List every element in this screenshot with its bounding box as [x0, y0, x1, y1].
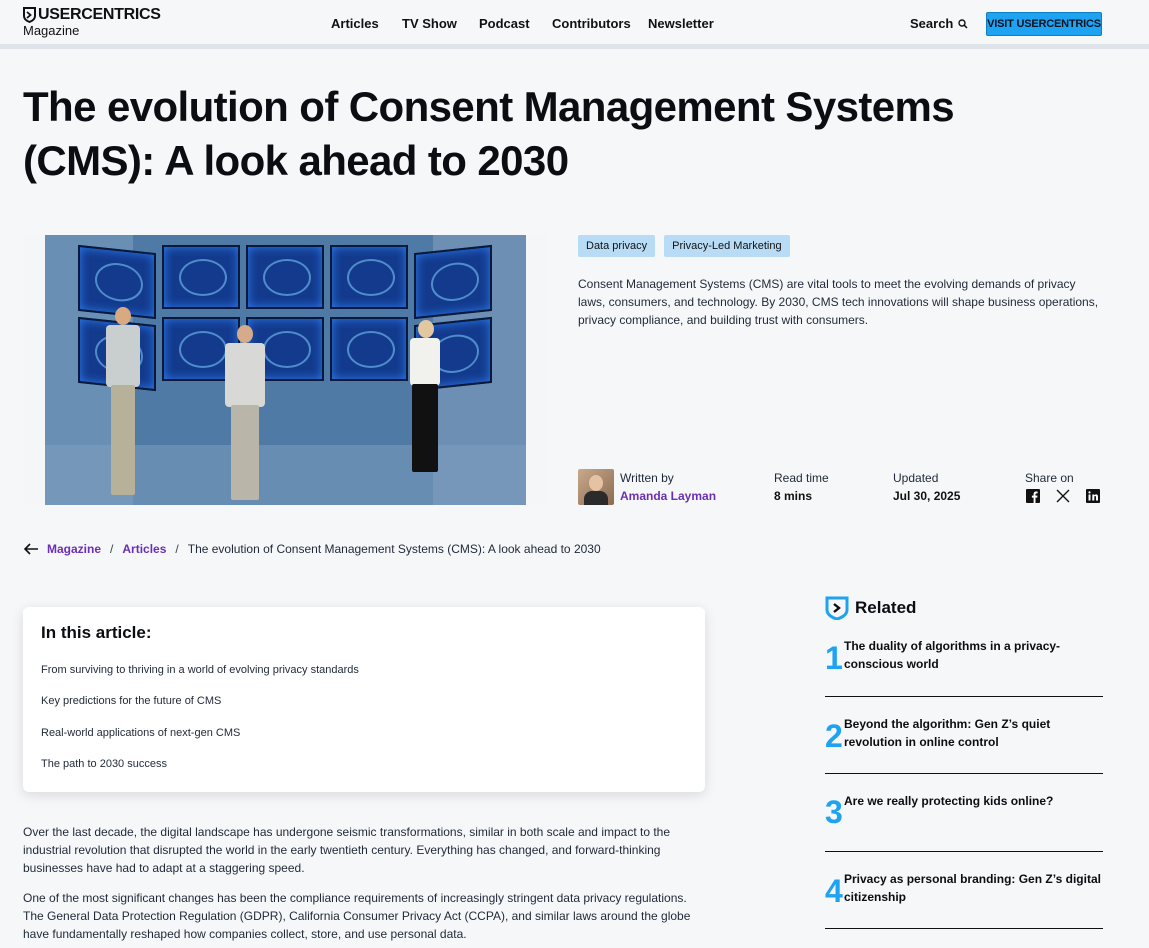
- body-paragraph: One of the most significant changes has …: [23, 891, 691, 941]
- related-item[interactable]: 3 Are we really protecting kids online?: [825, 792, 1103, 852]
- nav-tv-show[interactable]: TV Show: [402, 16, 457, 31]
- read-time-label: Read time: [774, 471, 829, 485]
- related-item-title[interactable]: The duality of algorithms in a privacy-c…: [844, 637, 1102, 673]
- related-number: 4: [825, 873, 843, 909]
- logo-subtitle: Magazine: [23, 23, 80, 38]
- nav-contributors[interactable]: Contributors: [552, 16, 631, 31]
- search-button[interactable]: Search: [910, 16, 968, 31]
- search-label: Search: [910, 16, 954, 31]
- linkedin-icon[interactable]: [1085, 488, 1101, 504]
- toc-item[interactable]: Key predictions for the future of CMS: [41, 695, 221, 707]
- x-icon[interactable]: [1055, 488, 1071, 504]
- written-by-label: Written by: [620, 471, 674, 485]
- related-shield-icon: [825, 596, 849, 620]
- facebook-icon[interactable]: [1025, 488, 1041, 504]
- hero-image: [23, 235, 548, 505]
- share-label: Share on: [1025, 471, 1074, 485]
- body-paragraph: Over the last decade, the digital landsc…: [23, 825, 671, 875]
- toc-item[interactable]: From surviving to thriving in a world of…: [41, 664, 359, 676]
- article-intro: Consent Management Systems (CMS) are vit…: [578, 277, 1099, 327]
- related-title: Related: [855, 598, 917, 617]
- related-number: 1: [825, 640, 843, 676]
- tag-privacy-led-marketing[interactable]: Privacy-Led Marketing: [664, 235, 790, 257]
- shield-logo-icon: [23, 7, 36, 23]
- related-item-title[interactable]: Privacy as personal branding: Gen Z’s di…: [844, 870, 1102, 906]
- updated-label: Updated: [893, 471, 939, 485]
- tag-list: Data privacy Privacy-Led Marketing: [578, 235, 799, 257]
- page-title: The evolution of Consent Management Syst…: [23, 83, 955, 184]
- related-item[interactable]: 4 Privacy as personal branding: Gen Z’s …: [825, 869, 1103, 929]
- table-of-contents: In this article: From surviving to thriv…: [23, 607, 705, 792]
- updated-date: Jul 30, 2025: [893, 489, 961, 503]
- breadcrumb-articles[interactable]: Articles: [122, 542, 166, 556]
- toc-item[interactable]: The path to 2030 success: [41, 758, 167, 770]
- related-header: Related: [825, 596, 916, 620]
- breadcrumb-magazine[interactable]: Magazine: [47, 542, 101, 556]
- share-buttons: [1025, 488, 1115, 504]
- author-avatar[interactable]: [578, 469, 614, 505]
- nav-articles[interactable]: Articles: [331, 16, 379, 31]
- nav-podcast[interactable]: Podcast: [479, 16, 530, 31]
- logo-wordmark: USERCENTRICS: [38, 6, 161, 23]
- related-item-title[interactable]: Beyond the algorithm: Gen Z’s quiet revo…: [844, 715, 1102, 751]
- nav-newsletter[interactable]: Newsletter: [648, 16, 714, 31]
- site-header: USERCENTRICS Magazine Articles TV Show P…: [0, 0, 1149, 49]
- related-number: 3: [825, 794, 843, 830]
- related-item[interactable]: 2 Beyond the algorithm: Gen Z’s quiet re…: [825, 714, 1103, 774]
- related-item-title[interactable]: Are we really protecting kids online?: [844, 792, 1102, 810]
- author-link[interactable]: Amanda Layman: [620, 489, 716, 503]
- toc-item[interactable]: Real-world applications of next-gen CMS: [41, 727, 240, 739]
- related-item[interactable]: 1 The duality of algorithms in a privacy…: [825, 636, 1103, 697]
- breadcrumb: Magazine / Articles / The evolution of C…: [23, 542, 601, 556]
- related-number: 2: [825, 718, 843, 754]
- visit-usercentrics-button[interactable]: VISIT USERCENTRICS: [986, 12, 1102, 36]
- arrow-left-icon[interactable]: [23, 542, 39, 556]
- breadcrumb-current: The evolution of Consent Management Syst…: [187, 542, 601, 556]
- search-icon: [958, 18, 968, 29]
- tag-data-privacy[interactable]: Data privacy: [578, 235, 656, 257]
- toc-title: In this article:: [41, 623, 152, 642]
- site-logo[interactable]: USERCENTRICS Magazine: [23, 6, 161, 38]
- read-time-value: 8 mins: [774, 489, 813, 503]
